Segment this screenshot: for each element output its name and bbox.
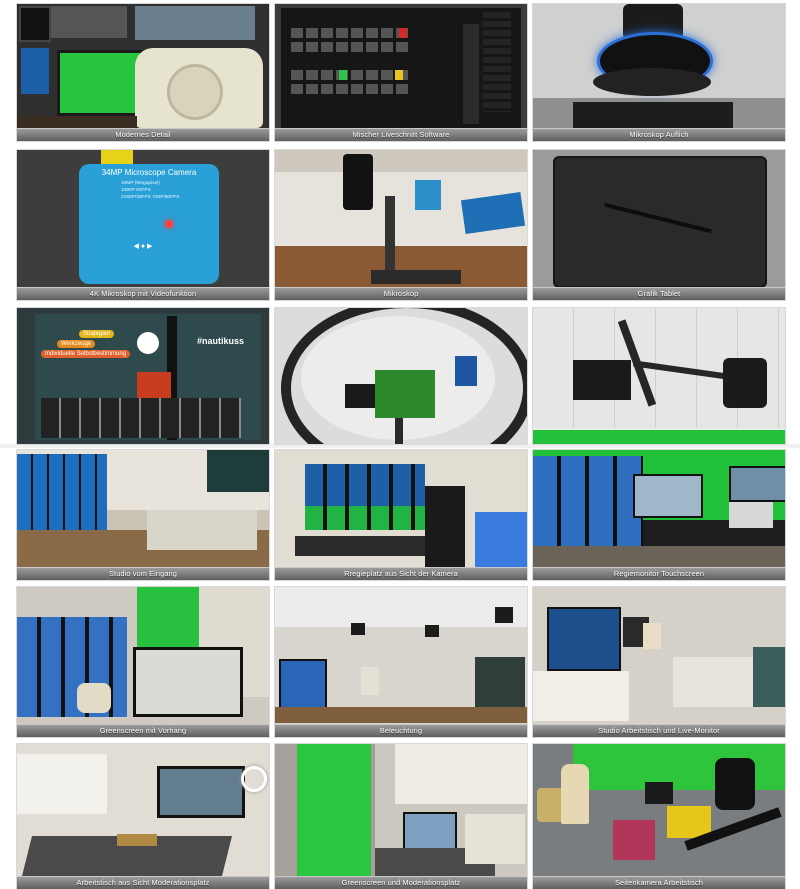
camera-spec: 2160P/30FPS 720P/60FPS [121, 195, 180, 200]
photo-caption: Regiemonitor Touchscreen [533, 567, 785, 580]
gallery-photo [533, 450, 785, 580]
gallery-tile[interactable] [275, 308, 527, 444]
gallery-photo [533, 150, 785, 300]
gallery-tile[interactable]: Mikroskop [275, 150, 527, 300]
gallery-tile[interactable]: Mikroskop Auflich [533, 4, 785, 141]
photo-caption: Grafik Tablet [533, 287, 785, 300]
gallery-photo [17, 450, 269, 580]
gallery-photo [275, 587, 527, 737]
camera-label: 34MP Microscope Camera [101, 168, 197, 177]
gallery-photo: 34MP Microscope Camera 34MP (Megapixel) … [17, 150, 269, 300]
gallery-tile[interactable]: Arbeitstisch aus Sicht Moderationsplatz [17, 744, 269, 889]
gallery-tile[interactable]: Modernes Detail [17, 4, 269, 141]
gallery-photo [533, 4, 785, 141]
gallery-photo [533, 744, 785, 889]
photo-caption: Greenscreen mit Vorhang [17, 724, 269, 737]
banner-pill: Individuelle Selbstbestimmung [41, 350, 131, 358]
row-divider [0, 444, 800, 448]
gallery-photo [275, 744, 527, 889]
gallery-tile[interactable]: Greenscreen und Moderationsplatz [275, 744, 527, 889]
gallery-photo: Strategien Werkzeuge Individuelle Selbst… [17, 308, 269, 444]
gallery-tile[interactable]: Studio vom Eingang [17, 450, 269, 580]
photo-caption: Arbeitstisch aus Sicht Moderationsplatz [17, 876, 269, 889]
banner-pill: Werkzeuge [57, 340, 96, 348]
gallery-tile[interactable]: Rregieplatz aus Sicht der Kamera [275, 450, 527, 580]
camera-spec: 34MP (Megapixel) [121, 181, 160, 186]
gallery-photo [275, 308, 527, 444]
gallery-tile[interactable]: Grafik Tablet [533, 150, 785, 300]
photo-gallery: Modernes Detail Mischer Liveschnitt Soft… [0, 0, 800, 889]
photo-caption: Greenscreen und Moderationsplatz [275, 876, 527, 889]
banner-pill: Strategien [79, 330, 115, 338]
photo-caption: Rregieplatz aus Sicht der Kamera [275, 567, 527, 580]
photo-caption: Mikroskop Auflich [533, 128, 785, 141]
banner-hashtag: #nautikuss [197, 336, 245, 346]
gallery-tile[interactable]: Greenscreen mit Vorhang [17, 587, 269, 737]
gallery-tile[interactable]: 34MP Microscope Camera 34MP (Megapixel) … [17, 150, 269, 300]
gallery-photo [17, 744, 269, 889]
gallery-tile[interactable]: Studio Arbeitstisch und Live-Monitor [533, 587, 785, 737]
gallery-tile[interactable]: Mischer Liveschnitt Software [275, 4, 527, 141]
gallery-photo [17, 4, 269, 141]
photo-caption: Beleuchtung [275, 724, 527, 737]
gallery-photo [533, 308, 785, 444]
gallery-tile[interactable]: Strategien Werkzeuge Individuelle Selbst… [17, 308, 269, 444]
gallery-tile[interactable]: Beleuchtung [275, 587, 527, 737]
camera-spec: 1080P 60FPS [121, 188, 151, 193]
photo-caption: Studio Arbeitstisch und Live-Monitor [533, 724, 785, 737]
photo-caption: Mikroskop [275, 287, 527, 300]
gallery-photo [275, 150, 527, 300]
photo-caption: Studio vom Eingang [17, 567, 269, 580]
gallery-photo [17, 587, 269, 737]
gallery-photo [275, 4, 527, 141]
gallery-tile[interactable]: Regiemonitor Touchscreen [533, 450, 785, 580]
gallery-photo [533, 587, 785, 737]
gallery-photo [275, 450, 527, 580]
photo-caption: Modernes Detail [17, 128, 269, 141]
gallery-tile[interactable]: Seitenkamera Arbeitstisch [533, 744, 785, 889]
gallery-tile[interactable] [533, 308, 785, 444]
photo-caption: 4K Mikroskop mit Videofunktion [17, 287, 269, 300]
photo-caption: Mischer Liveschnitt Software [275, 128, 527, 141]
photo-caption: Seitenkamera Arbeitstisch [533, 876, 785, 889]
